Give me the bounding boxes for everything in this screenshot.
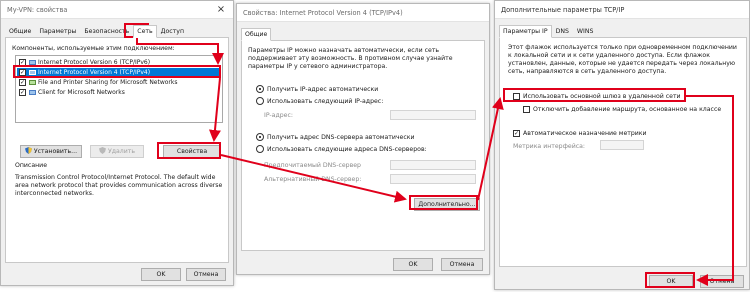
item-label: File and Printer Sharing for Microsoft N… <box>38 79 178 86</box>
ip-address-label: IP-адрес: <box>264 112 293 119</box>
item-checkbox[interactable]: ✓ <box>19 89 26 96</box>
auto-dns-radio[interactable] <box>256 133 264 141</box>
auto-ip-label: Получить IP-адрес автоматически <box>267 86 379 93</box>
cancel-button[interactable]: Отмена <box>700 275 744 288</box>
preferred-dns-label: Предпочитаемый DNS-сервер <box>264 162 361 169</box>
info-text: Этот флажок используется только при одно… <box>508 44 737 76</box>
remove-button[interactable]: Удалить <box>90 145 144 158</box>
network-client-icon <box>29 90 36 95</box>
install-button[interactable]: Установить... <box>20 145 82 158</box>
list-item[interactable]: ✓ File and Printer Sharing for Microsoft… <box>17 78 221 87</box>
item-label: Client for Microsoft Networks <box>38 89 125 96</box>
description-title: Описание <box>15 162 48 169</box>
alternate-dns-field[interactable] <box>390 174 476 184</box>
general-tab-panel: Параметры IP можно назначать автоматичес… <box>241 40 485 251</box>
auto-ip-radio[interactable] <box>256 85 264 93</box>
window-title: My-VPN: свойства <box>7 6 68 14</box>
tab-general[interactable]: Общие <box>241 28 272 41</box>
tab-ip-settings[interactable]: Параметры IP <box>499 25 552 38</box>
preferred-dns-field[interactable] <box>390 160 476 170</box>
auto-dns-label: Получить адрес DNS-сервера автоматически <box>267 134 415 141</box>
highlight-advanced-button <box>409 195 478 210</box>
shield-icon <box>98 147 106 154</box>
highlight-properties-button <box>157 142 221 159</box>
highlight-ipv4-item <box>13 65 221 78</box>
alternate-dns-label: Альтернативный DNS-сервер: <box>264 176 362 183</box>
cancel-button[interactable]: Отмена <box>441 258 483 271</box>
file-sharing-icon <box>29 80 36 85</box>
tab-strip: Общие <box>241 28 272 41</box>
metric-field[interactable] <box>600 140 644 150</box>
ok-button[interactable]: OK <box>393 258 433 271</box>
tab-network[interactable]: Сеть <box>133 25 157 38</box>
components-label: Компоненты, используемые этим подключени… <box>12 45 175 52</box>
list-item[interactable]: ✓ Client for Microsoft Networks <box>17 88 221 97</box>
manual-ip-radio[interactable] <box>256 97 264 105</box>
window-title: Дополнительные параметры TCP/IP <box>501 6 625 14</box>
disable-class-route-checkbox[interactable] <box>523 106 530 113</box>
ok-button[interactable]: OK <box>141 268 181 281</box>
manual-ip-label: Использовать следующий IP-адрес: <box>267 98 384 105</box>
disable-class-route-label: Отключить добавление маршрута, основанно… <box>533 106 722 113</box>
title-bar: Свойства: Internet Protocol Version 4 (T… <box>237 4 489 22</box>
highlight-use-gateway <box>503 88 686 102</box>
manual-dns-label: Использовать следующие адреса DNS-сервер… <box>267 146 427 153</box>
description-text: Transmission Control Protocol/Internet P… <box>15 174 223 198</box>
auto-metric-label: Автоматическое назначение метрики <box>523 130 647 137</box>
manual-dns-radio[interactable] <box>256 145 264 153</box>
title-bar: Дополнительные параметры TCP/IP <box>495 1 749 19</box>
cancel-button[interactable]: Отмена <box>186 268 226 281</box>
install-button-label: Установить... <box>33 148 78 155</box>
intro-text: Параметры IP можно назначать автоматичес… <box>248 47 453 71</box>
advanced-tcpip-window: Дополнительные параметры TCP/IP Параметр… <box>494 0 750 290</box>
ipv4-properties-window: Свойства: Internet Protocol Version 4 (T… <box>236 3 490 275</box>
highlight-ok-button <box>645 272 695 288</box>
title-bar: My-VPN: свойства × <box>1 1 233 19</box>
ip-settings-panel: Этот флажок используется только при одно… <box>499 37 747 267</box>
item-checkbox[interactable]: ✓ <box>19 79 26 86</box>
metric-label: Метрика интерфейса: <box>513 143 585 150</box>
auto-metric-checkbox[interactable]: ✓ <box>513 130 520 137</box>
remove-button-label: Удалить <box>107 148 136 155</box>
close-icon[interactable]: × <box>215 4 227 16</box>
shield-icon <box>24 147 32 154</box>
ip-address-field[interactable] <box>390 110 476 120</box>
window-title: Свойства: Internet Protocol Version 4 (T… <box>243 9 403 17</box>
